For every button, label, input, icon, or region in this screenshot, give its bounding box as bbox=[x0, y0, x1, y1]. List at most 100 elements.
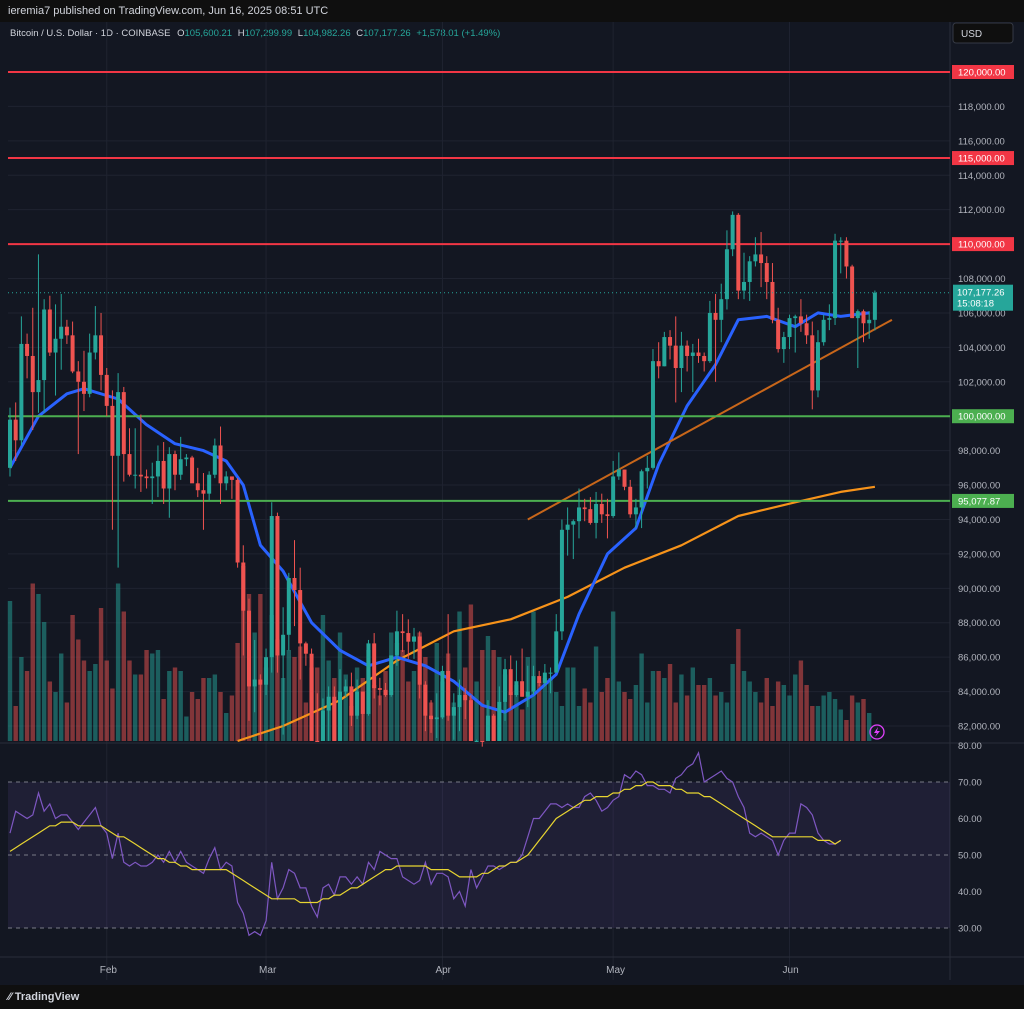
candle-body bbox=[582, 507, 587, 510]
volume-bar bbox=[519, 709, 525, 741]
volume-bar bbox=[59, 653, 64, 741]
candle-body bbox=[64, 326, 69, 336]
candle-body bbox=[201, 490, 206, 494]
candle-body bbox=[121, 392, 126, 455]
candle-body bbox=[827, 318, 832, 320]
candle-body bbox=[457, 695, 462, 708]
volume-bar bbox=[13, 706, 18, 741]
candle-body bbox=[776, 319, 781, 350]
candle-body bbox=[42, 309, 47, 381]
volume-bar bbox=[155, 650, 161, 741]
tradingview-logo[interactable]: ⁄⁄ TradingView bbox=[8, 985, 79, 1009]
candle-body bbox=[793, 316, 798, 319]
volume-bar bbox=[411, 671, 417, 741]
candle-body bbox=[639, 471, 644, 508]
volume-bar bbox=[736, 629, 741, 741]
candle-body bbox=[104, 374, 109, 406]
candle-body bbox=[810, 335, 815, 391]
candle-body bbox=[229, 476, 234, 480]
candle-body bbox=[355, 691, 360, 716]
brand-name: TradingView bbox=[14, 991, 80, 1003]
volume-bar bbox=[815, 706, 821, 741]
footer: ⁄⁄ TradingView bbox=[0, 985, 1024, 1009]
candle-body bbox=[867, 319, 872, 324]
candle-body bbox=[298, 590, 303, 644]
volume-bar bbox=[53, 692, 58, 741]
volume-bar bbox=[633, 685, 639, 741]
candle-body bbox=[838, 240, 843, 242]
candle-body bbox=[844, 240, 849, 267]
candle-body bbox=[264, 657, 269, 685]
volume-bar bbox=[235, 643, 240, 741]
volume-bar bbox=[753, 692, 758, 741]
volume-bar bbox=[798, 660, 804, 741]
candle-body bbox=[724, 249, 729, 300]
volume-bar bbox=[161, 699, 166, 741]
volume-bar bbox=[793, 674, 798, 741]
volume-bar bbox=[645, 702, 650, 741]
volume-bar bbox=[827, 692, 832, 741]
candle-body bbox=[269, 516, 274, 658]
volume-bar bbox=[104, 660, 109, 741]
volume-bar bbox=[7, 601, 13, 741]
price-tick-label: 90,000.00 bbox=[958, 584, 1000, 595]
volume-bar bbox=[781, 685, 787, 741]
volume-bar bbox=[121, 611, 126, 741]
candle-body bbox=[167, 454, 172, 489]
candle-body bbox=[47, 309, 52, 353]
volume-bar bbox=[764, 678, 769, 741]
chart-canvas[interactable]: Bitcoin / U.S. Dollar · 1D · COINBASE O1… bbox=[0, 22, 1024, 985]
price-tick-label: 108,000.00 bbox=[958, 274, 1006, 285]
candle-body bbox=[173, 454, 178, 475]
candle-body bbox=[252, 679, 257, 687]
candle-body bbox=[184, 457, 189, 460]
candle-body bbox=[218, 445, 223, 484]
volume-bar bbox=[565, 667, 570, 741]
candle-body bbox=[554, 631, 559, 673]
tv-icon: ⁄⁄ bbox=[8, 991, 12, 1003]
price-tick-label: 114,000.00 bbox=[958, 171, 1005, 182]
price-tick-label: 116,000.00 bbox=[958, 136, 1005, 147]
candle-body bbox=[497, 701, 502, 741]
volume-bar bbox=[673, 702, 678, 741]
volume-bar bbox=[747, 681, 752, 741]
price-tick-label: 96,000.00 bbox=[958, 481, 1000, 492]
volume-bar bbox=[554, 692, 559, 741]
candle-body bbox=[241, 562, 246, 611]
volume-bar bbox=[588, 702, 593, 741]
volume-bar bbox=[383, 671, 388, 741]
candle-body bbox=[525, 691, 530, 697]
level-label: 100,000.00 bbox=[958, 412, 1006, 423]
candle-body bbox=[178, 459, 183, 475]
volume-bar bbox=[36, 594, 41, 741]
candle-body bbox=[326, 696, 331, 711]
volume-bar bbox=[212, 674, 218, 741]
candle-body bbox=[400, 631, 405, 634]
volume-bar bbox=[127, 660, 132, 741]
candle-body bbox=[702, 355, 707, 362]
symbol-legend[interactable]: Bitcoin / U.S. Dollar · 1D · COINBASE O1… bbox=[10, 28, 500, 39]
candle-body bbox=[394, 631, 399, 656]
volume-bar bbox=[593, 646, 599, 741]
publish-header: ieremia7 published on TradingView.com, J… bbox=[0, 0, 1024, 22]
candle-body bbox=[383, 689, 388, 696]
candle-body bbox=[747, 261, 752, 282]
candle-body bbox=[429, 715, 434, 720]
candle-body bbox=[713, 312, 718, 320]
time-tick-label: Jun bbox=[783, 965, 799, 976]
price-tick-label: 104,000.00 bbox=[958, 343, 1006, 354]
candle-body bbox=[542, 672, 547, 683]
volume-bar bbox=[582, 688, 587, 741]
candle-body bbox=[446, 670, 451, 716]
candle-body bbox=[759, 254, 764, 264]
candle-body bbox=[559, 529, 564, 632]
currency-button[interactable]: USD bbox=[952, 22, 1014, 44]
price-tick-label: 98,000.00 bbox=[958, 446, 1000, 457]
volume-bar bbox=[201, 678, 206, 741]
candle-body bbox=[594, 503, 599, 523]
price-tick-label: 84,000.00 bbox=[958, 687, 1000, 698]
candle-body bbox=[565, 524, 570, 530]
candle-body bbox=[332, 696, 337, 741]
volume-bar bbox=[724, 702, 730, 741]
volume-bar bbox=[474, 681, 479, 741]
